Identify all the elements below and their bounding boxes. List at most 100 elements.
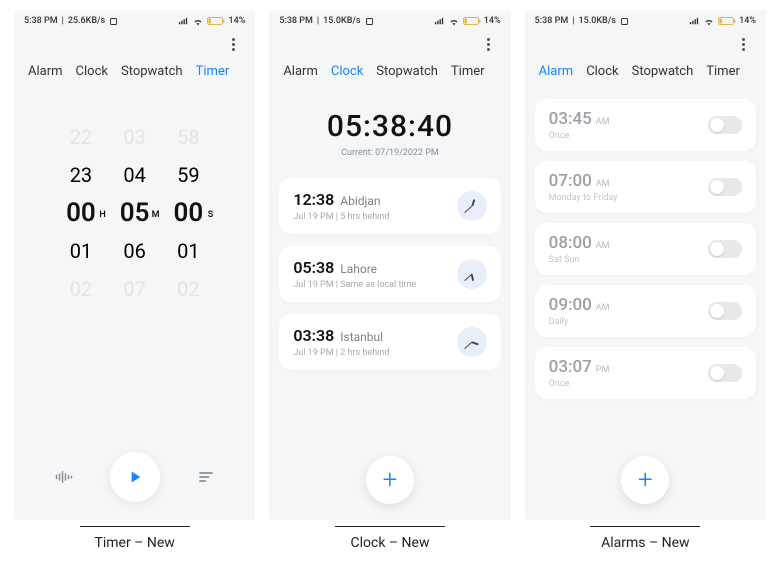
battery-icon bbox=[718, 16, 736, 26]
status-sep: | bbox=[62, 16, 64, 26]
battery-icon bbox=[463, 16, 481, 26]
tabs: Alarm Clock Stopwatch Timer bbox=[269, 54, 510, 85]
notification-icon bbox=[109, 17, 118, 26]
alarm-ampm: AM bbox=[596, 303, 610, 313]
status-time: 5:38 PM bbox=[279, 16, 313, 26]
alarm-card[interactable]: 07:00 AM Monday to Friday bbox=[535, 161, 756, 213]
alarm-repeat: Once bbox=[549, 131, 610, 141]
notification-icon bbox=[620, 17, 629, 26]
alarm-time: 03:07 bbox=[549, 357, 592, 377]
alarm-ampm: AM bbox=[596, 179, 610, 189]
alarm-time: 08:00 bbox=[549, 233, 592, 253]
caption-timer: Timer – New bbox=[14, 526, 255, 551]
signal-icon bbox=[689, 17, 700, 26]
alarm-card[interactable]: 03:45 AM Once bbox=[535, 99, 756, 151]
alarm-card[interactable]: 03:07 PM Once bbox=[535, 347, 756, 399]
phone-timer: 5:38 PM | 25.6KB/s 14% Alarm Clock Stopw… bbox=[14, 10, 255, 520]
alarm-ampm: PM bbox=[596, 365, 610, 375]
wifi-icon bbox=[192, 17, 204, 26]
tab-alarm[interactable]: Alarm bbox=[28, 64, 63, 79]
alarm-toggle[interactable] bbox=[708, 240, 742, 258]
tab-clock[interactable]: Clock bbox=[331, 64, 363, 79]
more-menu-icon[interactable] bbox=[481, 36, 497, 52]
tab-alarm[interactable]: Alarm bbox=[283, 64, 318, 79]
city-name: Abidjan bbox=[340, 194, 380, 208]
alarm-toggle[interactable] bbox=[708, 302, 742, 320]
wifi-icon bbox=[448, 17, 460, 26]
list-button[interactable] bbox=[189, 460, 223, 494]
minutes-column[interactable]: 03 04 05M 06 07 bbox=[120, 125, 150, 301]
alarm-ampm: AM bbox=[596, 117, 610, 127]
battery-text: 14% bbox=[739, 16, 756, 26]
status-time: 5:38 PM bbox=[535, 16, 569, 26]
alarm-ampm: AM bbox=[596, 241, 610, 251]
battery-text: 14% bbox=[484, 16, 501, 26]
add-city-button[interactable]: + bbox=[366, 456, 414, 504]
play-icon bbox=[127, 469, 143, 485]
alarm-time: 03:45 bbox=[549, 109, 592, 129]
status-speed: 25.6KB/s bbox=[68, 16, 105, 26]
status-sep: | bbox=[572, 16, 574, 26]
city-card[interactable]: 12:38 Abidjan Jul 19 PM | 5 hrs behind bbox=[279, 178, 500, 234]
hours-column[interactable]: 22 23 00H 01 02 bbox=[66, 125, 96, 301]
alarm-card[interactable]: 09:00 AM Daily bbox=[535, 285, 756, 337]
tab-stopwatch[interactable]: Stopwatch bbox=[121, 64, 183, 79]
status-speed: 15.0KB/s bbox=[578, 16, 615, 26]
time-picker[interactable]: 22 23 00H 01 02 03 04 05M 06 07 58 59 00… bbox=[24, 125, 245, 301]
city-name: Istanbul bbox=[340, 330, 383, 344]
status-bar: 5:38 PM | 25.6KB/s 14% bbox=[14, 10, 255, 30]
alarm-repeat: Monday to Friday bbox=[549, 193, 618, 203]
tab-clock[interactable]: Clock bbox=[76, 64, 108, 79]
signal-icon bbox=[434, 17, 445, 26]
list-icon bbox=[198, 470, 214, 484]
alarm-repeat: Daily bbox=[549, 317, 610, 327]
city-time: 12:38 bbox=[293, 190, 334, 209]
status-time: 5:38 PM bbox=[24, 16, 58, 26]
alarm-toggle[interactable] bbox=[708, 178, 742, 196]
more-menu-icon[interactable] bbox=[225, 36, 241, 52]
sound-button[interactable] bbox=[47, 460, 81, 494]
alarm-card[interactable]: 08:00 AM Sat Sun bbox=[535, 223, 756, 275]
battery-text: 14% bbox=[228, 16, 245, 26]
status-speed: 15.0KB/s bbox=[323, 16, 360, 26]
city-sub: Jul 19 PM | 2 hrs behind bbox=[293, 348, 389, 358]
city-name: Lahore bbox=[340, 262, 377, 276]
notification-icon bbox=[365, 17, 374, 26]
clock-face-icon bbox=[457, 259, 487, 289]
tab-timer[interactable]: Timer bbox=[451, 64, 485, 79]
city-card[interactable]: 03:38 Istanbul Jul 19 PM | 2 hrs behind bbox=[279, 314, 500, 370]
more-menu-icon[interactable] bbox=[736, 36, 752, 52]
seconds-column[interactable]: 58 59 00S 01 02 bbox=[174, 125, 204, 301]
wifi-icon bbox=[703, 17, 715, 26]
city-time: 03:38 bbox=[293, 326, 334, 345]
plus-icon: + bbox=[638, 465, 653, 495]
signal-icon bbox=[178, 17, 189, 26]
alarm-time: 07:00 bbox=[549, 171, 592, 191]
phone-clock: 5:38 PM | 15.0KB/s 14% Alarm Clock Stopw… bbox=[269, 10, 510, 520]
big-time: 05:38:40 bbox=[279, 109, 500, 144]
alarm-time: 09:00 bbox=[549, 295, 592, 315]
caption-clock: Clock – New bbox=[269, 526, 510, 551]
city-card[interactable]: 05:38 Lahore Jul 19 PM | Same as local t… bbox=[279, 246, 500, 302]
alarm-repeat: Once bbox=[549, 379, 610, 389]
tab-stopwatch[interactable]: Stopwatch bbox=[376, 64, 438, 79]
tabs: Alarm Clock Stopwatch Timer bbox=[14, 54, 255, 85]
tab-timer[interactable]: Timer bbox=[196, 64, 230, 79]
alarm-toggle[interactable] bbox=[708, 116, 742, 134]
alarm-repeat: Sat Sun bbox=[549, 255, 610, 265]
tab-stopwatch[interactable]: Stopwatch bbox=[632, 64, 694, 79]
clock-face-icon bbox=[457, 327, 487, 357]
city-sub: Jul 19 PM | Same as local time bbox=[293, 280, 416, 290]
add-alarm-button[interactable]: + bbox=[621, 456, 669, 504]
status-sep: | bbox=[317, 16, 319, 26]
tabs: Alarm Clock Stopwatch Timer bbox=[525, 54, 766, 85]
city-sub: Jul 19 PM | 5 hrs behind bbox=[293, 212, 389, 222]
tab-timer[interactable]: Timer bbox=[706, 64, 740, 79]
alarm-toggle[interactable] bbox=[708, 364, 742, 382]
city-time: 05:38 bbox=[293, 258, 334, 277]
tab-clock[interactable]: Clock bbox=[586, 64, 618, 79]
battery-icon bbox=[207, 16, 225, 26]
play-button[interactable] bbox=[110, 452, 160, 502]
tab-alarm[interactable]: Alarm bbox=[539, 64, 574, 79]
plus-icon: + bbox=[383, 465, 398, 495]
